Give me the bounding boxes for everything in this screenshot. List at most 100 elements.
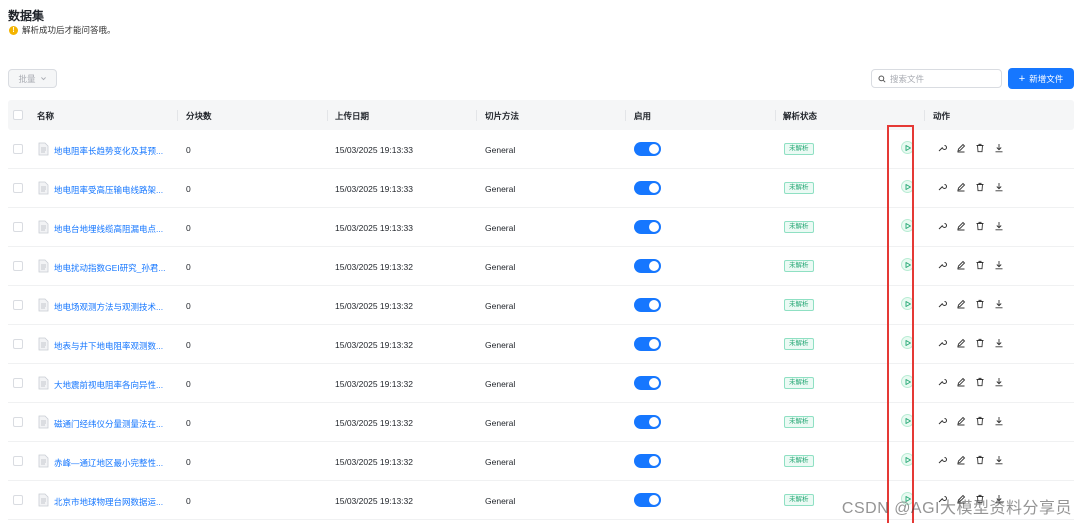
- download-button[interactable]: [994, 455, 1004, 465]
- parse-play-button[interactable]: [901, 219, 914, 232]
- parse-play-button[interactable]: [901, 375, 914, 388]
- table-row[interactable]: 地电场观测方法与观测技术... 0 15/03/2025 19:13:32 Ge…: [8, 286, 1074, 325]
- parse-play-button[interactable]: [901, 297, 914, 310]
- config-button[interactable]: [937, 299, 947, 309]
- column-header-upload-date[interactable]: 上传日期: [335, 110, 369, 122]
- delete-button[interactable]: [975, 416, 985, 426]
- delete-button[interactable]: [975, 221, 985, 231]
- delete-button[interactable]: [975, 377, 985, 387]
- table-row[interactable]: 地表与井下地电阻率观测数... 0 15/03/2025 19:13:32 Ge…: [8, 325, 1074, 364]
- enable-toggle[interactable]: [634, 259, 661, 273]
- rename-button[interactable]: [956, 221, 966, 231]
- column-header-chunk-method[interactable]: 切片方法: [485, 110, 519, 122]
- rename-button[interactable]: [956, 377, 966, 387]
- rename-button[interactable]: [956, 416, 966, 426]
- rename-button[interactable]: [956, 338, 966, 348]
- row-checkbox[interactable]: [13, 417, 23, 427]
- chunk-method[interactable]: General: [485, 184, 515, 194]
- chunk-method[interactable]: General: [485, 223, 515, 233]
- chunk-method[interactable]: General: [485, 262, 515, 272]
- parse-play-button[interactable]: [901, 414, 914, 427]
- enable-toggle[interactable]: [634, 376, 661, 390]
- column-header-parse-status[interactable]: 解析状态: [783, 110, 817, 122]
- search-field[interactable]: [871, 69, 1002, 88]
- enable-toggle[interactable]: [634, 415, 661, 429]
- chunk-method[interactable]: General: [485, 379, 515, 389]
- add-file-button[interactable]: + 新增文件: [1008, 68, 1074, 89]
- batch-button[interactable]: 批量: [8, 69, 57, 88]
- parse-play-button[interactable]: [901, 336, 914, 349]
- search-input[interactable]: [890, 73, 990, 84]
- delete-button[interactable]: [975, 143, 985, 153]
- chunk-method[interactable]: General: [485, 145, 515, 155]
- enable-toggle[interactable]: [634, 454, 661, 468]
- column-header-enabled[interactable]: 启用: [634, 110, 651, 122]
- rename-button[interactable]: [956, 455, 966, 465]
- parse-play-button[interactable]: [901, 141, 914, 154]
- table-row[interactable]: 地电扰动指数GEI研究_孙君... 0 15/03/2025 19:13:32 …: [8, 247, 1074, 286]
- download-button[interactable]: [994, 182, 1004, 192]
- config-button[interactable]: [937, 338, 947, 348]
- delete-button[interactable]: [975, 338, 985, 348]
- config-button[interactable]: [937, 260, 947, 270]
- row-checkbox[interactable]: [13, 456, 23, 466]
- enable-toggle[interactable]: [634, 220, 661, 234]
- row-checkbox[interactable]: [13, 261, 23, 271]
- row-checkbox[interactable]: [13, 339, 23, 349]
- column-header-chunks[interactable]: 分块数: [186, 110, 212, 122]
- rename-button[interactable]: [956, 182, 966, 192]
- file-name-link[interactable]: 赤峰—通辽地区最小完整性...: [54, 457, 163, 469]
- download-button[interactable]: [994, 416, 1004, 426]
- table-row[interactable]: 磁通门经纬仪分量测量法在... 0 15/03/2025 19:13:32 Ge…: [8, 403, 1074, 442]
- download-button[interactable]: [994, 143, 1004, 153]
- delete-button[interactable]: [975, 455, 985, 465]
- chunk-method[interactable]: General: [485, 301, 515, 311]
- file-name-link[interactable]: 磁通门经纬仪分量测量法在...: [54, 418, 163, 430]
- file-name-link[interactable]: 地电阻率受高压输电线路架...: [54, 184, 163, 196]
- file-name-link[interactable]: 大地震前视电阻率各向异性...: [54, 379, 163, 391]
- table-row[interactable]: 地电阻率长趋势变化及其预... 0 15/03/2025 19:13:33 Ge…: [8, 130, 1074, 169]
- config-button[interactable]: [937, 377, 947, 387]
- parse-play-button[interactable]: [901, 453, 914, 466]
- row-checkbox[interactable]: [13, 300, 23, 310]
- file-name-link[interactable]: 地电扰动指数GEI研究_孙君...: [54, 262, 165, 274]
- chunk-method[interactable]: General: [485, 340, 515, 350]
- rename-button[interactable]: [956, 260, 966, 270]
- file-name-link[interactable]: 地表与井下地电阻率观测数...: [54, 340, 163, 352]
- config-button[interactable]: [937, 221, 947, 231]
- chunk-method[interactable]: General: [485, 496, 515, 506]
- config-button[interactable]: [937, 143, 947, 153]
- parse-play-button[interactable]: [901, 258, 914, 271]
- rename-button[interactable]: [956, 299, 966, 309]
- row-checkbox[interactable]: [13, 183, 23, 193]
- table-row[interactable]: 赤峰—通辽地区最小完整性... 0 15/03/2025 19:13:32 Ge…: [8, 442, 1074, 481]
- delete-button[interactable]: [975, 182, 985, 192]
- config-button[interactable]: [937, 182, 947, 192]
- table-row[interactable]: 地电台地埋线缆高阻漏电点... 0 15/03/2025 19:13:33 Ge…: [8, 208, 1074, 247]
- file-name-link[interactable]: 地电台地埋线缆高阻漏电点...: [54, 223, 163, 235]
- enable-toggle[interactable]: [634, 337, 661, 351]
- enable-toggle[interactable]: [634, 142, 661, 156]
- file-name-link[interactable]: 北京市地球物理台网数据运...: [54, 496, 163, 508]
- file-name-link[interactable]: 地电阻率长趋势变化及其预...: [54, 145, 163, 157]
- download-button[interactable]: [994, 221, 1004, 231]
- config-button[interactable]: [937, 455, 947, 465]
- delete-button[interactable]: [975, 299, 985, 309]
- download-button[interactable]: [994, 299, 1004, 309]
- file-name-link[interactable]: 地电场观测方法与观测技术...: [54, 301, 163, 313]
- row-checkbox[interactable]: [13, 378, 23, 388]
- chunk-method[interactable]: General: [485, 418, 515, 428]
- select-all-checkbox[interactable]: [13, 110, 23, 120]
- parse-play-button[interactable]: [901, 180, 914, 193]
- rename-button[interactable]: [956, 143, 966, 153]
- download-button[interactable]: [994, 377, 1004, 387]
- chunk-method[interactable]: General: [485, 457, 515, 467]
- enable-toggle[interactable]: [634, 181, 661, 195]
- table-row[interactable]: 大地震前视电阻率各向异性... 0 15/03/2025 19:13:32 Ge…: [8, 364, 1074, 403]
- download-button[interactable]: [994, 260, 1004, 270]
- enable-toggle[interactable]: [634, 493, 661, 507]
- column-header-name[interactable]: 名称: [37, 110, 54, 122]
- download-button[interactable]: [994, 338, 1004, 348]
- row-checkbox[interactable]: [13, 222, 23, 232]
- row-checkbox[interactable]: [13, 144, 23, 154]
